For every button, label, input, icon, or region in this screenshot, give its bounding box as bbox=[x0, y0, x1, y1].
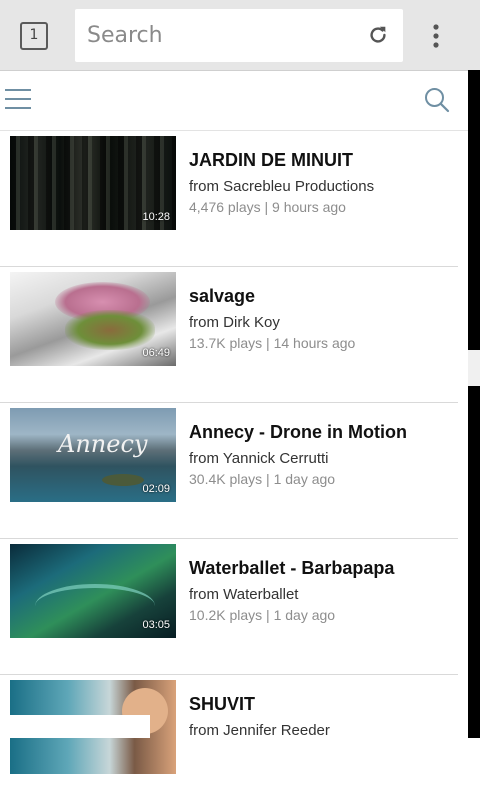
video-thumbnail[interactable]: Annecy 02:09 bbox=[10, 408, 176, 502]
video-item[interactable]: 06:49 salvage from Dirk Koy 13.7K plays … bbox=[0, 267, 458, 403]
video-duration: 06:49 bbox=[142, 347, 170, 359]
address-bar-placeholder: Search bbox=[87, 23, 163, 48]
site-header bbox=[0, 72, 468, 131]
video-stats: 13.7K plays | 14 hours ago bbox=[189, 335, 356, 351]
video-author[interactable]: from Jennifer Reeder bbox=[189, 722, 330, 739]
video-list: 10:28 JARDIN DE MINUIT from Sacrebleu Pr… bbox=[0, 131, 458, 811]
search-icon[interactable] bbox=[423, 86, 451, 114]
overflow-menu-icon[interactable] bbox=[427, 22, 445, 50]
video-title[interactable]: Annecy - Drone in Motion bbox=[189, 422, 407, 443]
video-title[interactable]: SHUVIT bbox=[189, 694, 255, 715]
video-thumbnail[interactable]: 10:28 bbox=[10, 136, 176, 230]
video-stats: 30.4K plays | 1 day ago bbox=[189, 471, 336, 487]
edge-strip bbox=[468, 70, 480, 738]
video-item[interactable]: Annecy 02:09 Annecy - Drone in Motion fr… bbox=[0, 403, 458, 539]
video-author[interactable]: from Yannick Cerrutti bbox=[189, 450, 329, 467]
video-stats: 10.2K plays | 1 day ago bbox=[189, 607, 336, 623]
video-thumbnail[interactable]: 06:49 bbox=[10, 272, 176, 366]
tab-switcher-button[interactable]: 1 bbox=[20, 22, 48, 50]
video-author[interactable]: from Sacrebleu Productions bbox=[189, 178, 374, 195]
video-thumbnail[interactable]: 03:05 bbox=[10, 544, 176, 638]
video-author[interactable]: from Waterballet bbox=[189, 586, 298, 603]
video-title[interactable]: salvage bbox=[189, 286, 255, 307]
video-duration: 03:05 bbox=[142, 619, 170, 631]
video-duration: 02:09 bbox=[142, 483, 170, 495]
video-stats: 4,476 plays | 9 hours ago bbox=[189, 199, 346, 215]
reload-icon[interactable] bbox=[367, 24, 389, 46]
video-item[interactable]: 10:28 JARDIN DE MINUIT from Sacrebleu Pr… bbox=[0, 131, 458, 267]
hamburger-menu-icon[interactable] bbox=[5, 89, 31, 111]
thumbnail-text: Annecy bbox=[58, 430, 148, 458]
address-bar[interactable]: Search bbox=[75, 9, 403, 62]
video-duration: 10:28 bbox=[142, 211, 170, 223]
overlay-patch bbox=[0, 715, 150, 738]
video-author[interactable]: from Dirk Koy bbox=[189, 314, 280, 331]
video-item[interactable]: SHUVIT from Jennifer Reeder bbox=[0, 675, 458, 811]
browser-toolbar: 1 Search bbox=[0, 0, 480, 71]
video-title[interactable]: Waterballet - Barbapapa bbox=[189, 558, 394, 579]
video-item[interactable]: 03:05 Waterballet - Barbapapa from Water… bbox=[0, 539, 458, 675]
edge-gap bbox=[468, 350, 480, 386]
video-title[interactable]: JARDIN DE MINUIT bbox=[189, 150, 353, 171]
